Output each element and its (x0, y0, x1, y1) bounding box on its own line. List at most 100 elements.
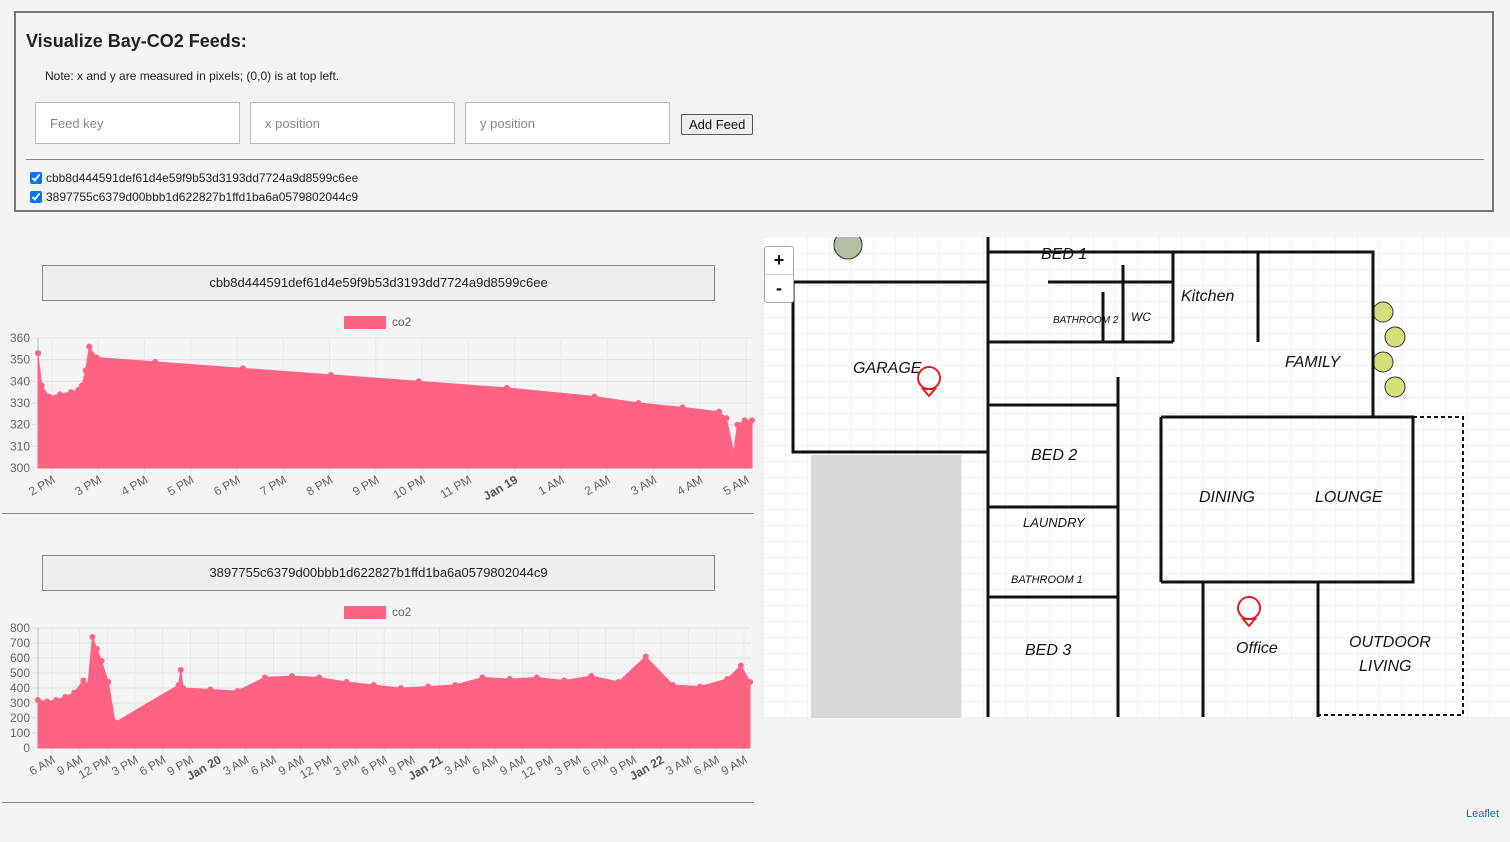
data-point[interactable] (741, 417, 748, 424)
data-point[interactable] (479, 674, 486, 681)
data-point[interactable] (38, 382, 45, 389)
data-point[interactable] (425, 683, 432, 690)
feed-key-label: 3897755c6379d00bbb1d622827b1ffd1ba6a0579… (46, 190, 359, 204)
coordinate-note: Note: x and y are measured in pixels; (0… (45, 69, 340, 83)
data-point[interactable] (561, 677, 568, 684)
map-attribution-link[interactable]: Leaflet (1466, 808, 1499, 820)
data-point[interactable] (724, 676, 731, 682)
data-point[interactable] (370, 682, 377, 688)
data-point[interactable] (105, 679, 112, 685)
data-point[interactable] (56, 391, 63, 398)
data-point[interactable] (44, 698, 51, 705)
data-point[interactable] (533, 674, 540, 681)
data-point[interactable] (152, 358, 159, 365)
feed-checkbox[interactable] (30, 191, 42, 203)
y-position-input[interactable] (465, 102, 670, 144)
x-tick-label: 2 AM (582, 472, 613, 498)
x-tick-label: 6 PM (211, 472, 242, 498)
x-position-input[interactable] (250, 102, 455, 144)
y-tick-label: 350 (10, 353, 30, 367)
x-tick-label: 2 PM (26, 472, 57, 498)
data-point[interactable] (697, 683, 704, 690)
zoom-in-button[interactable]: + (765, 247, 793, 274)
data-point[interactable] (397, 685, 404, 691)
x-tick-label: 5 PM (165, 472, 196, 498)
data-point[interactable] (734, 421, 741, 428)
data-point[interactable] (180, 685, 187, 691)
y-tick-label: 360 (10, 331, 30, 345)
data-point[interactable] (45, 393, 52, 400)
data-point[interactable] (53, 697, 60, 703)
room-label: OUTDOOR (1349, 634, 1431, 651)
data-point[interactable] (93, 646, 100, 652)
data-point[interactable] (78, 382, 85, 389)
data-point[interactable] (86, 343, 93, 350)
data-point[interactable] (207, 686, 214, 693)
data-point[interactable] (642, 653, 649, 660)
data-point[interactable] (112, 719, 119, 726)
y-tick-label: 700 (10, 636, 30, 650)
feed-key-input[interactable] (35, 102, 240, 144)
x-tick-label: 5 AM (721, 472, 752, 498)
chart-header: cbb8d444591def61d4e59f9b53d3193dd7724a9d… (42, 265, 715, 301)
feed-item[interactable]: 3897755c6379d00bbb1d622827b1ffd1ba6a0579… (30, 190, 358, 204)
x-tick-label: 12 PM (519, 752, 556, 781)
data-point[interactable] (62, 694, 69, 700)
room-label: LOUNGE (1315, 489, 1383, 506)
data-point[interactable] (737, 662, 744, 669)
data-point[interactable] (730, 449, 737, 456)
floor-plan-image: BED 1 Kitchen BATHROOM 2 WC GARAGE FAMIL… (763, 237, 1510, 718)
data-point[interactable] (588, 673, 595, 679)
data-point[interactable] (316, 674, 323, 681)
feed-item[interactable]: cbb8d444591def61d4e59f9b53d3193dd7724a9d… (30, 171, 358, 185)
data-point[interactable] (669, 682, 676, 688)
data-point[interactable] (679, 404, 686, 411)
data-point[interactable] (635, 400, 642, 406)
data-point[interactable] (591, 393, 598, 400)
data-point[interactable] (615, 679, 622, 685)
data-point[interactable] (506, 676, 513, 682)
data-point[interactable] (35, 350, 41, 357)
co2-chart-2: 01002003004005006007008006 AM9 AM12 PM3 … (10, 621, 753, 783)
x-tick-label: 9 AM (719, 752, 750, 778)
data-point[interactable] (716, 408, 723, 415)
x-tick-label: 3 PM (73, 472, 104, 498)
room-label: LIVING (1359, 658, 1411, 675)
data-point[interactable] (723, 415, 730, 422)
x-tick-label: 6 AM (470, 752, 501, 778)
data-point[interactable] (84, 682, 91, 688)
y-tick-label: 340 (10, 374, 30, 388)
data-point[interactable] (747, 679, 753, 685)
data-point[interactable] (288, 673, 295, 679)
data-point[interactable] (343, 679, 350, 685)
data-point[interactable] (503, 384, 510, 391)
divider (26, 159, 1484, 160)
data-point[interactable] (80, 677, 87, 684)
data-point[interactable] (93, 354, 100, 361)
data-point[interactable] (98, 658, 105, 664)
data-point[interactable] (89, 634, 96, 640)
page-title: Visualize Bay-CO2 Feeds: (26, 31, 247, 51)
data-point[interactable] (67, 389, 74, 396)
room-label: BATHROOM 2 (1053, 315, 1119, 326)
y-tick-label: 100 (10, 726, 30, 740)
data-point[interactable] (327, 371, 334, 378)
y-tick-label: 0 (23, 741, 30, 755)
data-point[interactable] (35, 697, 41, 703)
zoom-out-button[interactable]: - (765, 274, 793, 302)
data-point[interactable] (177, 667, 184, 673)
data-point[interactable] (415, 378, 422, 385)
y-tick-label: 600 (10, 651, 30, 665)
data-point[interactable] (452, 682, 459, 688)
feed-checkbox[interactable] (30, 172, 42, 184)
data-point[interactable] (749, 417, 755, 424)
data-point[interactable] (82, 367, 89, 374)
add-feed-button[interactable]: Add Feed (681, 114, 754, 135)
data-point[interactable] (240, 365, 247, 372)
data-point[interactable] (261, 674, 268, 681)
chart-header: 3897755c6379d00bbb1d622827b1ffd1ba6a0579… (42, 555, 715, 591)
data-point[interactable] (71, 689, 78, 696)
floor-plan-map[interactable]: BED 1 Kitchen BATHROOM 2 WC GARAGE FAMIL… (763, 237, 1510, 718)
y-tick-label: 330 (10, 396, 30, 410)
data-point[interactable] (234, 688, 241, 694)
